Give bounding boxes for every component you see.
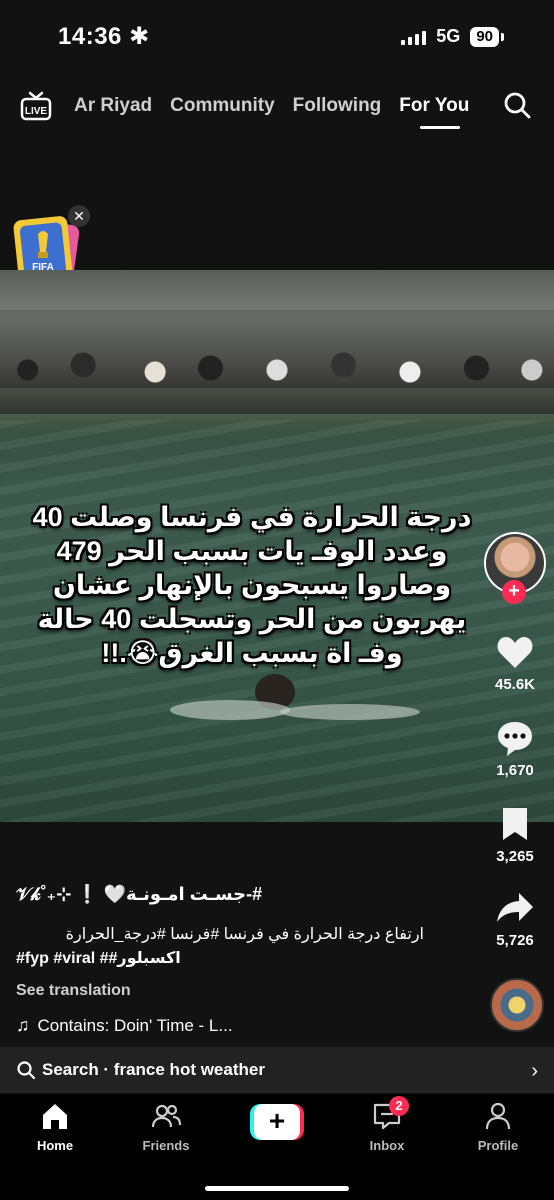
video-player[interactable]: درجة الحرارة في فرنسا وصلت 40 وعدد الوفـ… — [0, 270, 554, 822]
caption-text: ارتفاع درجة الحرارة في فرنسا #فرنسا #درج… — [65, 926, 424, 943]
svg-text:LIVE: LIVE — [25, 106, 48, 117]
search-icon — [17, 1061, 36, 1080]
chevron-right-icon: › — [531, 1060, 538, 1082]
nav-profile[interactable]: Profile — [458, 1100, 538, 1153]
swimmer-figure — [170, 674, 420, 720]
top-nav: LIVE Ar Riyad Community Following For Yo… — [20, 88, 534, 124]
nav-friends[interactable]: Friends — [126, 1100, 206, 1153]
music-disc-icon[interactable] — [490, 978, 544, 1032]
nav-profile-label: Profile — [477, 1138, 519, 1153]
plus-icon: + — [254, 1104, 300, 1140]
active-tab-indicator — [420, 126, 460, 129]
music-info[interactable]: ♫ Contains: Doin' Time - L... — [16, 1015, 233, 1036]
video-quay — [0, 388, 554, 414]
related-search-text: Search · france hot weather — [42, 1060, 265, 1079]
nav-home[interactable]: Home — [15, 1100, 95, 1153]
music-title: Contains: Doin' Time - L... — [37, 1015, 233, 1035]
video-overlay-text: درجة الحرارة في فرنسا وصلت 40 وعدد الوفـ… — [32, 502, 472, 668]
like-count: 45.6K — [494, 676, 536, 693]
network-label: 5G — [436, 26, 461, 46]
asterisk-icon: ✱ — [129, 23, 150, 50]
comment-icon — [498, 722, 532, 756]
inbox-badge: 2 — [389, 1096, 409, 1116]
battery-icon: 90 — [470, 26, 504, 47]
signal-icon — [401, 29, 427, 45]
create-button[interactable]: + — [250, 1104, 304, 1140]
nav-inbox-label: Inbox — [369, 1138, 405, 1153]
status-time-text: 14:36 — [58, 23, 122, 50]
related-search-bar[interactable]: Search · france hot weather › — [0, 1047, 554, 1093]
status-indicators: 5G 90 — [401, 26, 504, 47]
like-button[interactable]: 45.6K — [484, 632, 546, 693]
comment-count: 1,670 — [496, 762, 534, 779]
share-count: 5,726 — [496, 932, 534, 949]
nav-inbox[interactable]: 2 Inbox — [347, 1096, 427, 1153]
friends-icon — [151, 1104, 182, 1128]
tab-following[interactable]: Following — [293, 95, 382, 117]
nav-friends-label: Friends — [142, 1138, 190, 1153]
heart-icon — [497, 637, 533, 668]
bookmark-icon — [503, 808, 527, 840]
tab-ar-riyad[interactable]: Ar Riyad — [74, 95, 152, 117]
home-icon — [43, 1104, 67, 1129]
search-icon[interactable] — [502, 90, 532, 120]
music-note-icon: ♫ — [16, 1015, 30, 1035]
status-time: 14:36 ✱ — [58, 22, 150, 51]
battery-level: 90 — [470, 26, 499, 47]
comment-button[interactable]: 1,670 — [484, 718, 546, 779]
save-button[interactable]: 3,265 — [484, 804, 546, 865]
creator-username[interactable]: #-جسـت امـونـة🤍 ❕ ⊹₊˚𝒱𝓀 — [16, 884, 476, 905]
home-indicator — [205, 1186, 349, 1191]
profile-icon — [485, 1102, 511, 1130]
share-arrow-icon — [497, 893, 533, 922]
share-button[interactable]: 5,726 — [484, 888, 546, 949]
follow-plus-button[interactable]: + — [502, 580, 526, 604]
see-translation-link[interactable]: See translation — [16, 982, 131, 1000]
bottom-nav: Home Friends + 2 Inbox Profile — [0, 1094, 554, 1200]
caption-hashtags[interactable]: #fyp #viral ##اكسبلور — [16, 948, 476, 968]
close-icon[interactable]: ✕ — [68, 205, 90, 227]
live-icon[interactable]: LIVE — [20, 91, 52, 121]
tab-for-you[interactable]: For You — [399, 95, 469, 117]
save-count: 3,265 — [496, 848, 534, 865]
tab-community[interactable]: Community — [170, 95, 275, 117]
nav-home-label: Home — [36, 1138, 74, 1153]
